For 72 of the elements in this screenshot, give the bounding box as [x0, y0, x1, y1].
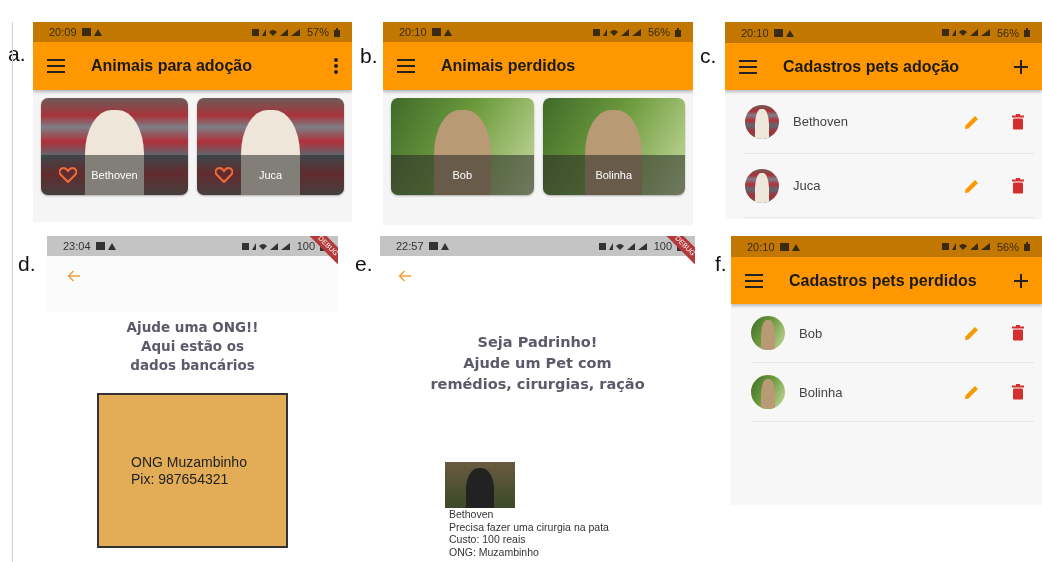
status-time: 23:04 — [63, 240, 91, 252]
pet-name: Bob — [799, 325, 824, 341]
trash-icon[interactable] — [1012, 113, 1024, 130]
panel-label: f. — [715, 252, 727, 275]
sponsor-detail-text: Bethoven — [448, 508, 495, 521]
pet-name: Bob — [452, 169, 473, 181]
status-time: 20:10 — [741, 26, 769, 39]
pet-list-item[interactable]: Bolinha — [751, 363, 1034, 422]
menu-icon[interactable] — [739, 59, 757, 74]
avatar-placeholder — [745, 104, 779, 139]
trash-icon[interactable] — [1012, 177, 1024, 194]
system-icons-drawing — [241, 241, 292, 251]
pet-name: Juca — [793, 178, 822, 193]
avatar-placeholder — [751, 375, 785, 409]
app-bar-title: Cadastros pets adoção — [783, 57, 961, 76]
heart-icon[interactable] — [215, 167, 233, 183]
pet-card[interactable]: Bob — [391, 98, 534, 195]
sponsor-detail-text: Precisa fazer uma cirurgia na pata — [448, 520, 610, 533]
add-icon[interactable] — [1014, 273, 1028, 288]
pet-name: Bolinha — [799, 384, 844, 400]
pet-list-item[interactable]: Bob — [751, 304, 1034, 363]
battery-percent: 56% — [647, 26, 670, 38]
status-time: 20:09 — [49, 26, 77, 38]
status-time: 22:57 — [396, 240, 424, 252]
sponsor-detail-text: ONG: Muzambinho — [448, 545, 540, 558]
bank-details-text: ONG Muzambinho Pix: 987654321 — [131, 453, 247, 488]
menu-icon[interactable] — [47, 59, 65, 73]
system-icons-drawing — [598, 241, 649, 251]
pet-list-item[interactable]: Juca — [745, 154, 1034, 218]
battery-percent: 56% — [996, 26, 1019, 39]
status-time: 20:10 — [747, 240, 775, 253]
app-bar-title: Animais para adoção — [91, 57, 253, 75]
pet-card[interactable]: Bethoven — [41, 98, 188, 195]
pet-list-item[interactable]: Bethoven — [745, 90, 1034, 154]
pet-name: Bethoven — [91, 169, 138, 181]
app-bar-title: Animais perdidos — [441, 57, 577, 75]
heart-icon[interactable] — [59, 167, 77, 183]
system-icons-drawing — [941, 242, 992, 251]
battery-icon — [1024, 242, 1030, 251]
heading-text: Ajude uma ONG!! Aqui estão os dados bancários — [125, 318, 260, 375]
avatar-placeholder — [745, 168, 779, 203]
system-icons-drawing — [592, 27, 643, 37]
battery-percent: 100 — [296, 240, 315, 252]
pet-card[interactable]: Bolinha — [542, 98, 685, 195]
battery-percent: 100 — [653, 240, 672, 252]
system-icons-drawing — [251, 27, 302, 37]
menu-icon[interactable] — [745, 273, 763, 288]
pet-name: Juca — [258, 169, 283, 181]
battery-icon — [334, 27, 340, 37]
avatar-placeholder — [751, 316, 785, 350]
pet-card[interactable]: Juca — [197, 98, 344, 195]
add-icon[interactable] — [1014, 59, 1028, 74]
photo-placeholder — [445, 462, 515, 508]
more-options-icon[interactable] — [334, 58, 338, 74]
heading-text: Seja Padrinho! Ajude um Pet com remédios, cirurgias, ração — [429, 333, 646, 394]
system-icons-drawing — [941, 28, 992, 37]
battery-percent: 57% — [306, 26, 329, 38]
status-time: 20:10 — [399, 26, 427, 38]
panel-label: b. — [360, 44, 378, 67]
pet-name: Bolinha — [595, 169, 633, 181]
battery-icon — [675, 27, 681, 37]
menu-icon[interactable] — [397, 59, 415, 73]
panel-label: d. — [18, 252, 36, 275]
app-bar-title: Cadastros pets perdidos — [789, 271, 978, 290]
battery-icon — [1024, 28, 1030, 37]
trash-icon[interactable] — [1012, 384, 1024, 400]
battery-percent: 56% — [996, 240, 1019, 253]
pet-name: Bethoven — [793, 114, 849, 129]
panel-label: e. — [355, 252, 373, 275]
sponsor-detail-text: Custo: 100 reais — [448, 533, 527, 546]
trash-icon[interactable] — [1012, 325, 1024, 341]
panel-label: c. — [700, 44, 717, 67]
